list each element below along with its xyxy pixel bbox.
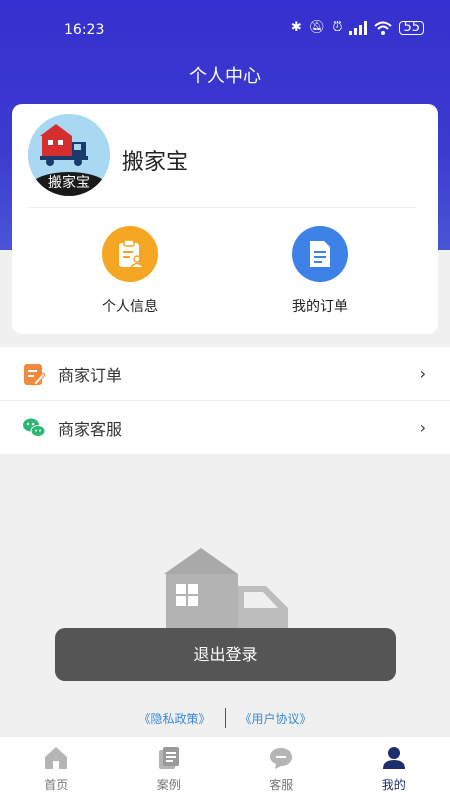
- wechat-icon: [23, 418, 46, 437]
- username: 搬家宝: [122, 150, 189, 175]
- policy-links: 《隐私政策》 《用户协议》: [0, 708, 450, 728]
- document-icon: [158, 747, 179, 769]
- tab-service[interactable]: 客服: [225, 737, 338, 800]
- user-agreement-link[interactable]: 《用户协议》: [240, 710, 312, 727]
- mute-icon: 🔕︎: [308, 20, 326, 35]
- signal-icon: [349, 20, 368, 35]
- tab-label: 客服: [269, 778, 294, 792]
- page-title: 个人中心: [189, 66, 261, 87]
- my-orders-label: 我的订单: [292, 299, 348, 315]
- moving-truck-illustration: [164, 548, 288, 629]
- home-icon: [45, 747, 68, 769]
- profile-card: 搬家宝 搬家宝 个人信息 我的订单: [12, 104, 438, 334]
- menu-item-merchant-orders[interactable]: 商家订单 ›: [0, 347, 450, 401]
- alarm-icon: ⏰︎: [332, 20, 343, 35]
- menu-item-merchant-service[interactable]: 商家客服 ›: [0, 401, 450, 455]
- menu-list: 商家订单 › 商家客服 ›: [0, 347, 450, 455]
- tab-label: 案例: [156, 778, 181, 792]
- tab-mine[interactable]: 我的: [338, 737, 450, 800]
- logout-button[interactable]: 退出登录: [55, 628, 396, 681]
- chevron-right-icon: ›: [419, 364, 426, 383]
- svg-text:搬家宝: 搬家宝: [48, 174, 90, 191]
- status-time: 16:23: [64, 22, 105, 38]
- bottom-tab-bar: 首页 案例 客服 我的: [0, 736, 450, 800]
- user-icon: [382, 747, 405, 769]
- personal-info-button[interactable]: 个人信息: [70, 226, 190, 316]
- truck-logo-icon: 搬家宝: [28, 114, 110, 196]
- tab-cases[interactable]: 案例: [113, 737, 226, 800]
- tab-home[interactable]: 首页: [0, 737, 113, 800]
- divider: [224, 708, 226, 728]
- privacy-policy-link[interactable]: 《隐私政策》: [138, 710, 210, 727]
- clipboard-user-icon: [102, 226, 158, 282]
- my-orders-button[interactable]: 我的订单: [260, 226, 380, 316]
- status-icons: ✱ 🔕︎ ⏰︎ 55: [291, 20, 424, 35]
- tab-label: 首页: [44, 778, 69, 792]
- menu-label: 商家订单: [58, 365, 123, 385]
- battery-icon: 55: [399, 20, 424, 35]
- menu-label: 商家客服: [58, 419, 123, 439]
- personal-info-label: 个人信息: [102, 299, 158, 315]
- edit-document-icon: [24, 363, 46, 386]
- bluetooth-icon: ✱: [290, 20, 302, 35]
- chat-icon: [270, 748, 293, 769]
- avatar[interactable]: 搬家宝: [28, 114, 110, 196]
- divider: [28, 207, 416, 208]
- wifi-icon: [374, 21, 393, 35]
- chevron-right-icon: ›: [419, 418, 426, 437]
- tab-label: 我的: [381, 778, 406, 792]
- document-icon: [292, 226, 348, 282]
- status-bar: 16:23 ✱ 🔕︎ ⏰︎ 55: [0, 0, 450, 60]
